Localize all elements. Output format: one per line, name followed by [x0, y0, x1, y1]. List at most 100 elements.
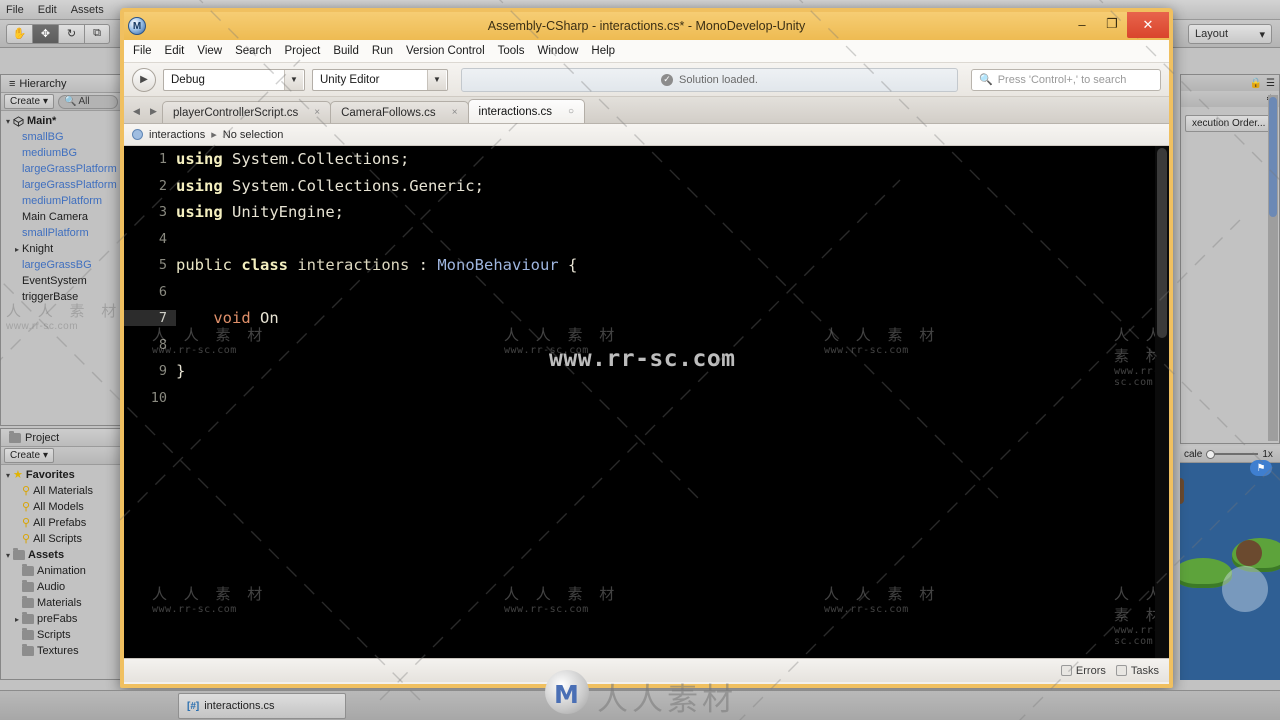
hierarchy-search-input[interactable]: 🔍 All — [58, 94, 118, 109]
document-tab[interactable]: CameraFollows.cs × — [330, 101, 469, 123]
unity-menu-file[interactable]: File — [6, 4, 24, 16]
project-item[interactable]: ⚲ All Scripts — [1, 531, 121, 547]
move-tool-icon[interactable]: ✥ — [32, 23, 58, 44]
configuration-dropdown[interactable]: Debug ▼ — [163, 68, 305, 91]
code-editor[interactable]: 1 using System.Collections; 2 using System.… — [124, 146, 1169, 658]
hierarchy-item[interactable]: largeGrassPlatform — [1, 161, 121, 177]
project-item[interactable]: Textures — [1, 643, 121, 659]
scale-slider[interactable] — [1206, 449, 1259, 459]
close-icon[interactable]: × — [452, 107, 458, 118]
project-item[interactable]: ⚲ All Prefabs — [1, 515, 121, 531]
runtime-dropdown[interactable]: Unity Editor ▼ — [312, 68, 448, 91]
close-icon[interactable]: ○ — [568, 106, 574, 117]
hierarchy-item[interactable]: largeGrassPlatform — [1, 177, 121, 193]
document-tab[interactable]: interactions.cs ○ — [467, 99, 586, 123]
code-line[interactable]: 3 using UnityEngine; — [124, 199, 1169, 226]
project-item[interactable]: ⚲ All Models — [1, 499, 121, 515]
hamburger-icon[interactable]: ☰ — [1266, 78, 1275, 89]
code-line[interactable]: 1 using System.Collections; — [124, 146, 1169, 173]
project-item[interactable]: Animation — [1, 563, 121, 579]
project-create-button[interactable]: Create ▾ — [4, 448, 55, 463]
hierarchy-item[interactable]: ▸ Knight — [1, 241, 121, 257]
lock-icon[interactable]: 🔒 — [1250, 78, 1262, 89]
hierarchy-item[interactable]: mediumPlatform — [1, 193, 121, 209]
code-line[interactable]: 8 — [124, 332, 1169, 359]
disclosure-triangle-icon[interactable]: ▾ — [3, 551, 13, 560]
disclosure-triangle-icon[interactable]: ▸ — [12, 245, 22, 254]
hierarchy-item[interactable]: mediumBG — [1, 145, 121, 161]
tasks-pad[interactable]: Tasks — [1115, 665, 1159, 677]
project-item[interactable]: ▾ ★ Favorites — [1, 467, 121, 483]
run-button[interactable]: ▶ — [132, 67, 156, 92]
hierarchy-item-label: largeGrassBG — [22, 259, 92, 271]
hierarchy-item[interactable]: smallPlatform — [1, 225, 121, 241]
md-menu-item-edit[interactable]: Edit — [165, 45, 185, 57]
layout-dropdown[interactable]: Layout ▾ — [1188, 24, 1272, 44]
hand-tool-icon[interactable]: ✋ — [6, 23, 32, 44]
scale-tool-icon[interactable]: ⧉ — [84, 23, 110, 44]
code-line[interactable]: 9} — [124, 358, 1169, 385]
hierarchy-item[interactable]: EventSystem — [1, 273, 121, 289]
project-tab[interactable]: Project — [1, 429, 121, 447]
md-menu-item-window[interactable]: Window — [537, 45, 578, 57]
code-line[interactable]: 5 public class interactions : MonoBehavio… — [124, 252, 1169, 279]
hierarchy-item[interactable]: largeGrassBG — [1, 257, 121, 273]
code-line[interactable]: 4 — [124, 226, 1169, 253]
hierarchy-item[interactable]: triggerBase — [1, 289, 121, 305]
hierarchy-create-button[interactable]: Create ▾ — [4, 94, 55, 109]
close-button[interactable]: ✕ — [1127, 12, 1169, 38]
folder-icon — [22, 628, 34, 640]
md-menu-item-search[interactable]: Search — [235, 45, 271, 57]
editor-scrollbar[interactable] — [1155, 146, 1169, 658]
inspector-scrollbar[interactable] — [1268, 95, 1278, 441]
title-bar[interactable]: M Assembly-CSharp - interactions.cs* - M… — [124, 12, 1169, 40]
unity-menu-assets[interactable]: Assets — [71, 4, 104, 16]
unity-menu-edit[interactable]: Edit — [38, 4, 57, 16]
project-item[interactable]: Audio — [1, 579, 121, 595]
hierarchy-item-label: smallPlatform — [22, 227, 89, 239]
search-placeholder: Press 'Control+,' to search — [997, 73, 1127, 86]
hierarchy-item[interactable]: Main Camera — [1, 209, 121, 225]
hierarchy-tab[interactable]: ≡ Hierarchy — [1, 75, 121, 93]
rotate-tool-icon[interactable]: ↻ — [58, 23, 84, 44]
disclosure-triangle-icon[interactable]: ▾ — [3, 117, 13, 126]
document-tab[interactable]: playerControllerScript.cs × — [162, 101, 332, 123]
errors-pad[interactable]: Errors — [1060, 665, 1106, 677]
folder-icon — [9, 430, 21, 443]
md-menu-item-help[interactable]: Help — [591, 45, 615, 57]
project-item[interactable]: ⚲ All Materials — [1, 483, 121, 499]
maximize-button[interactable]: ❐ — [1097, 12, 1127, 36]
md-menu-item-run[interactable]: Run — [372, 45, 393, 57]
md-menu-item-version-control[interactable]: Version Control — [406, 45, 485, 57]
taskbar-item-interactions[interactable]: [#] interactions.cs — [178, 693, 346, 719]
md-menu-item-tools[interactable]: Tools — [498, 45, 525, 57]
search-input[interactable]: 🔍 Press 'Control+,' to search — [971, 68, 1161, 91]
hierarchy-item[interactable]: smallBG — [1, 129, 121, 145]
hierarchy-item[interactable]: ▾ Main* — [1, 113, 121, 129]
code-line[interactable]: 7 void On — [124, 305, 1169, 332]
project-item[interactable]: ▾ Assets — [1, 547, 121, 563]
breadcrumb-member[interactable]: No selection — [223, 129, 284, 141]
md-menu-item-build[interactable]: Build — [333, 45, 359, 57]
md-menu-item-project[interactable]: Project — [285, 45, 321, 57]
code-line[interactable]: 2 using System.Collections.Generic; — [124, 173, 1169, 200]
code-line[interactable]: 10 — [124, 385, 1169, 412]
close-icon[interactable]: × — [314, 107, 320, 118]
project-item[interactable]: ▸ preFabs — [1, 611, 121, 627]
chevron-right-icon[interactable]: ▶ — [145, 99, 162, 123]
slider-knob[interactable] — [1206, 449, 1216, 459]
minimize-button[interactable]: – — [1067, 12, 1097, 36]
tag-icon[interactable]: ⚑ — [1250, 460, 1272, 476]
code-line[interactable]: 6 — [124, 279, 1169, 306]
disclosure-triangle-icon[interactable]: ▸ — [12, 615, 22, 624]
project-item[interactable]: Materials — [1, 595, 121, 611]
chevron-left-icon[interactable]: ◀ — [128, 99, 145, 123]
md-menu-item-view[interactable]: View — [197, 45, 222, 57]
project-item[interactable]: Scripts — [1, 627, 121, 643]
disclosure-triangle-icon[interactable]: ▾ — [3, 471, 13, 480]
execution-order-button[interactable]: xecution Order... — [1185, 115, 1273, 132]
folder-icon — [22, 564, 34, 576]
breadcrumb-scope[interactable]: interactions — [149, 129, 205, 141]
md-menu-item-file[interactable]: File — [133, 45, 152, 57]
hierarchy-toolbar: Create ▾ 🔍 All — [1, 93, 121, 111]
